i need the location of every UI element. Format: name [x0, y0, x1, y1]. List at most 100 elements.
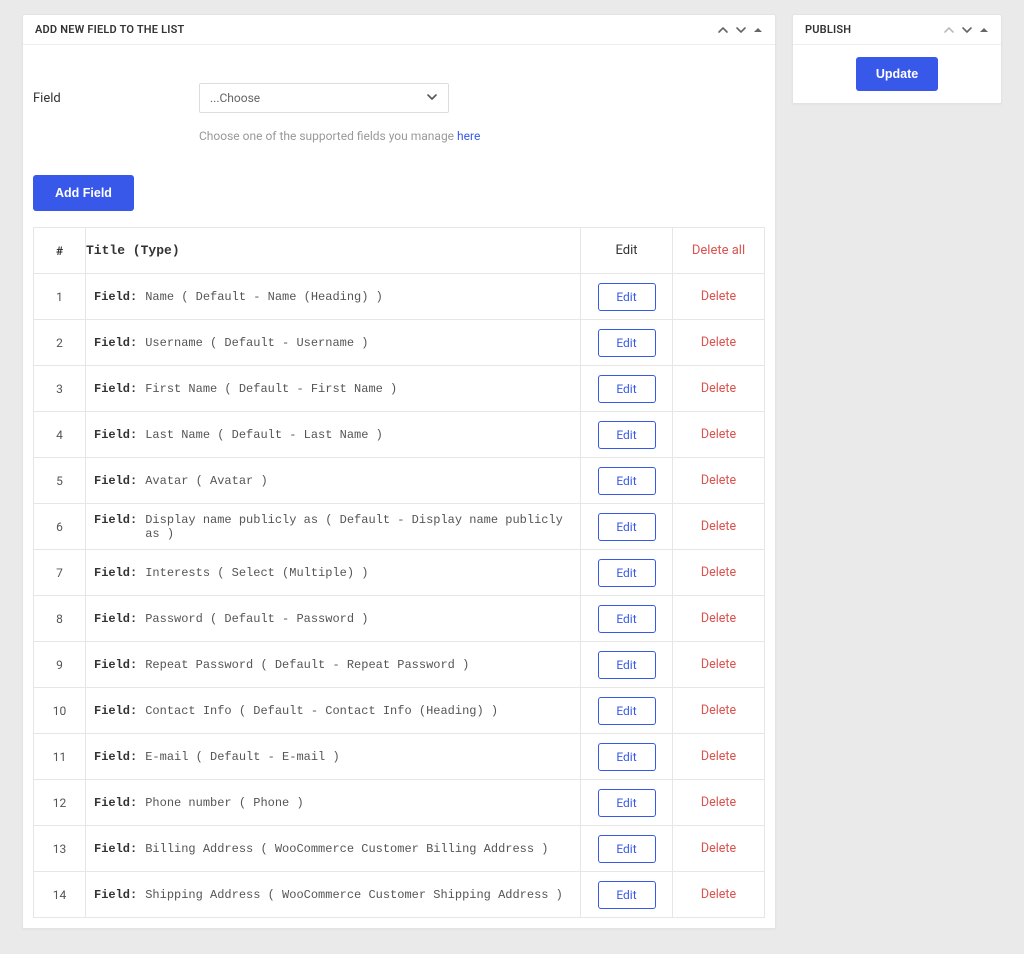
delete-link[interactable]: Delete	[701, 703, 736, 718]
row-field-value: Shipping Address ( WooCommerce Customer …	[145, 888, 563, 902]
chevron-up-icon[interactable]	[943, 24, 955, 36]
table-row: 4Field:Last Name ( Default - Last Name )…	[34, 412, 765, 458]
row-index: 8	[34, 596, 86, 642]
row-field-label: Field:	[94, 474, 137, 488]
edit-button[interactable]: Edit	[598, 513, 656, 541]
row-index: 14	[34, 872, 86, 918]
table-row: 2Field:Username ( Default - Username ) Ed…	[34, 320, 765, 366]
edit-button[interactable]: Edit	[598, 467, 656, 495]
edit-button[interactable]: Edit	[598, 375, 656, 403]
row-field-label: Field:	[94, 750, 137, 764]
row-field-value: Phone number ( Phone )	[145, 796, 303, 810]
delete-link[interactable]: Delete	[701, 519, 736, 534]
row-field-label: Field:	[94, 888, 137, 902]
edit-button[interactable]: Edit	[598, 283, 656, 311]
th-delete: Delete all	[673, 228, 765, 274]
row-field-label: Field:	[94, 566, 137, 580]
publish-panel: PUBLISH Update	[792, 14, 1002, 104]
collapse-icon[interactable]	[753, 25, 763, 35]
row-field-value: Password ( Default - Password )	[145, 612, 368, 626]
edit-button[interactable]: Edit	[598, 881, 656, 909]
publish-header: PUBLISH	[793, 15, 1001, 45]
table-row: 11 Field: E-mail ( Default - E-mail ) Edit D…	[34, 734, 765, 780]
edit-button[interactable]: Edit	[598, 605, 656, 633]
add-field-button[interactable]: Add Field	[33, 175, 134, 211]
row-index: 7	[34, 550, 86, 596]
row-title-cell: Field:Repeat Password ( Default - Repeat…	[86, 642, 581, 688]
row-title-cell: Field: E-mail ( Default - E-mail )	[86, 734, 581, 780]
row-title-cell: Field:Contact Info ( Default - Contact I…	[86, 688, 581, 734]
publish-header-controls	[943, 24, 989, 36]
row-index: 2	[34, 320, 86, 366]
delete-link[interactable]: Delete	[701, 473, 736, 488]
row-field-label: Field:	[94, 336, 137, 350]
chevron-down-icon[interactable]	[961, 24, 973, 36]
row-field-label: Field:	[94, 704, 137, 718]
row-title-cell: Field:Avatar ( Avatar )	[86, 458, 581, 504]
row-title-cell: Field: Password ( Default - Password )	[86, 596, 581, 642]
field-select-value: ...Choose	[210, 91, 260, 105]
chevron-up-icon[interactable]	[717, 24, 729, 36]
table-row: 6Field:Display name publicly as ( Defaul…	[34, 504, 765, 550]
th-title: Title (Type)	[86, 228, 581, 274]
row-field-label: Field:	[94, 796, 137, 810]
publish-title: PUBLISH	[805, 23, 851, 36]
delete-link[interactable]: Delete	[701, 381, 736, 396]
delete-link[interactable]: Delete	[701, 565, 736, 580]
delete-link[interactable]: Delete	[701, 657, 736, 672]
table-row: 14 Field: Shipping Address ( WooCommerce C…	[34, 872, 765, 918]
row-title-cell: Field: Name ( Default - Name (Heading) )	[86, 274, 581, 320]
row-index: 12	[34, 780, 86, 826]
row-index: 11	[34, 734, 86, 780]
panel-header: ADD NEW FIELD TO THE LIST	[23, 15, 775, 45]
delete-link[interactable]: Delete	[701, 335, 736, 350]
delete-link[interactable]: Delete	[701, 841, 736, 856]
row-field-value: Interests ( Select (Multiple) )	[145, 566, 368, 580]
row-title-cell: Field:Username ( Default - Username )	[86, 320, 581, 366]
helper-link[interactable]: here	[457, 129, 480, 143]
row-title-cell: Field: Billing Address ( WooCommerce Cust…	[86, 826, 581, 872]
row-field-label: Field:	[94, 612, 137, 626]
delete-link[interactable]: Delete	[701, 887, 736, 902]
delete-link[interactable]: Delete	[701, 611, 736, 626]
row-title-cell: Field:Display name publicly as ( Default…	[86, 504, 581, 550]
delete-link[interactable]: Delete	[701, 749, 736, 764]
row-title-cell: Field:First Name ( Default - First Name …	[86, 366, 581, 412]
publish-body: Update	[793, 45, 1001, 103]
row-title-cell: Field:Last Name ( Default - Last Name )	[86, 412, 581, 458]
delete-link[interactable]: Delete	[701, 289, 736, 304]
row-field-value: E-mail ( Default - E-mail )	[145, 750, 339, 764]
edit-button[interactable]: Edit	[598, 329, 656, 357]
row-index: 13	[34, 826, 86, 872]
delete-link[interactable]: Delete	[701, 427, 736, 442]
edit-button[interactable]: Edit	[598, 559, 656, 587]
collapse-icon[interactable]	[979, 25, 989, 35]
update-button[interactable]: Update	[856, 57, 938, 91]
edit-button[interactable]: Edit	[598, 421, 656, 449]
delete-link[interactable]: Delete	[701, 795, 736, 810]
delete-all-link[interactable]: Delete all	[692, 243, 745, 258]
field-helper: Choose one of the supported fields you m…	[199, 129, 775, 143]
row-title-cell: Field: Phone number ( Phone )	[86, 780, 581, 826]
row-title-cell: Field: Shipping Address ( WooCommerce Cus…	[86, 872, 581, 918]
row-index: 5	[34, 458, 86, 504]
row-field-value: Name ( Default - Name (Heading) )	[145, 290, 383, 304]
row-field-label: Field:	[94, 513, 137, 527]
row-index: 4	[34, 412, 86, 458]
edit-button[interactable]: Edit	[598, 835, 656, 863]
table-row: 9Field:Repeat Password ( Default - Repea…	[34, 642, 765, 688]
table-row: 12 Field: Phone number ( Phone ) Edit Delete	[34, 780, 765, 826]
edit-button[interactable]: Edit	[598, 789, 656, 817]
edit-button[interactable]: Edit	[598, 697, 656, 725]
chevron-down-icon[interactable]	[735, 24, 747, 36]
edit-button[interactable]: Edit	[598, 743, 656, 771]
row-field-label: Field:	[94, 290, 137, 304]
fields-table: # Title (Type) Edit Delete all 1Field:Na…	[33, 227, 765, 918]
table-row: 7 Field: Interests ( Select (Multiple) ) Ed…	[34, 550, 765, 596]
th-index: #	[34, 228, 86, 274]
field-select[interactable]: ...Choose	[199, 83, 449, 113]
edit-button[interactable]: Edit	[598, 651, 656, 679]
row-field-label: Field:	[94, 842, 137, 856]
row-field-value: Billing Address ( WooCommerce Customer B…	[145, 842, 548, 856]
row-field-label: Field:	[94, 658, 137, 672]
